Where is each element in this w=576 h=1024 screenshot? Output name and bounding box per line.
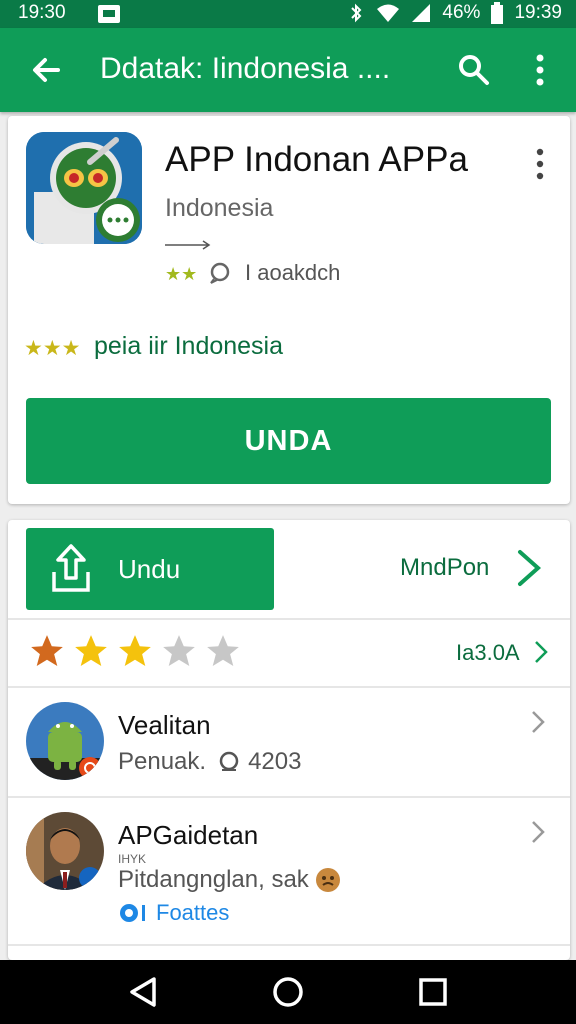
description-text: peia iir Indonesia (94, 332, 284, 360)
review-link-row[interactable]: Foattes (118, 900, 229, 926)
wifi-icon (377, 4, 400, 22)
download-label: Undu (118, 554, 181, 584)
home-circle-icon[interactable] (271, 975, 305, 1009)
star-empty-icon (163, 635, 195, 667)
install-button[interactable]: UNDA (26, 398, 551, 484)
developer-name[interactable]: Indonesia (165, 194, 273, 223)
review-link[interactable]: Foattes (156, 900, 229, 926)
chevron-right-icon[interactable] (534, 640, 548, 664)
reviewer-name: APGaidetan (118, 820, 259, 850)
review-meta: Penuak. 4203 (118, 748, 301, 776)
chevron-right-icon[interactable] (516, 548, 542, 588)
app-description: ★★★ peia iir Indonesia (24, 332, 283, 361)
back-triangle-icon[interactable] (126, 975, 160, 1009)
star-filled-icon (31, 635, 63, 667)
star-filled-icon (75, 635, 107, 667)
app-bar-title: Ddatak: Iindonesia .... (100, 52, 391, 85)
badge-icon (120, 904, 145, 922)
more-vert-icon[interactable] (530, 146, 550, 182)
rating-stars[interactable] (28, 632, 242, 670)
review-meta-text: Penuak. (118, 748, 207, 775)
review-count: 4203 (248, 748, 302, 775)
recents-square-icon[interactable] (418, 977, 448, 1007)
stars-small-icon: ★★ (165, 264, 197, 284)
status-icons: 46% 19:39 (346, 2, 562, 24)
list-item[interactable]: Vealitan Penuak. 4203 (8, 690, 570, 796)
review-meta: Pitdangnglan, sak (118, 866, 341, 894)
app-bar: Ddatak: Iindonesia .... (0, 28, 576, 112)
divider (8, 796, 570, 798)
app-header-card: APP Indonan APPa Indonesia ★★ I aoakdch … (8, 116, 570, 504)
network-label: 46% (442, 2, 481, 23)
app-meta-text: I aoakdch (245, 260, 341, 285)
reviewer-tag: IHYK (118, 852, 147, 866)
app-icon (26, 132, 142, 244)
bluetooth-icon (351, 3, 362, 23)
search-icon[interactable] (455, 51, 491, 87)
download-button[interactable]: Undu (26, 528, 274, 610)
avatar (26, 702, 104, 780)
more-link[interactable]: MndPon (400, 554, 489, 582)
star-filled-icon (119, 635, 151, 667)
review-meta-text: Pitdangnglan, sak (118, 866, 309, 893)
status-bar: 19:30 46% 19:39 (0, 0, 576, 28)
upload-icon (52, 544, 90, 592)
avatar (26, 812, 104, 890)
arrow-left-icon[interactable] (28, 52, 64, 88)
chat-icon (210, 262, 230, 284)
arrow-right-icon (165, 240, 211, 250)
system-nav-bar (0, 960, 576, 1024)
divider (8, 618, 570, 620)
svg-text:★★★: ★★★ (24, 336, 80, 360)
chevron-right-icon[interactable] (531, 820, 545, 844)
divider (8, 686, 570, 688)
rating-value[interactable]: Ia3.0A (456, 640, 520, 666)
list-item[interactable]: APGaidetan IHYK Pitdangnglan, sak Foatte… (8, 800, 570, 940)
svg-text:★★: ★★ (165, 264, 197, 284)
rating-stars-icon: ★★★ (24, 336, 80, 360)
status-clock: 19:39 (514, 2, 562, 23)
status-time: 19:30 (18, 2, 66, 23)
chat-icon (219, 751, 239, 771)
details-card: Undu MndPon Ia3.0A Vealitan Penuak. 4203… (8, 520, 570, 960)
reviewer-name: Vealitan (118, 710, 211, 740)
chevron-right-icon[interactable] (531, 710, 545, 734)
app-name: APP Indonan APPa (165, 140, 468, 179)
more-vert-icon[interactable] (528, 50, 552, 90)
emoji-icon (315, 868, 340, 892)
star-empty-icon (207, 635, 239, 667)
app-meta: ★★ I aoakdch (165, 260, 340, 286)
battery-icon (491, 2, 504, 24)
divider (8, 944, 570, 946)
notification-icon (98, 5, 120, 23)
signal-icon (412, 4, 431, 22)
